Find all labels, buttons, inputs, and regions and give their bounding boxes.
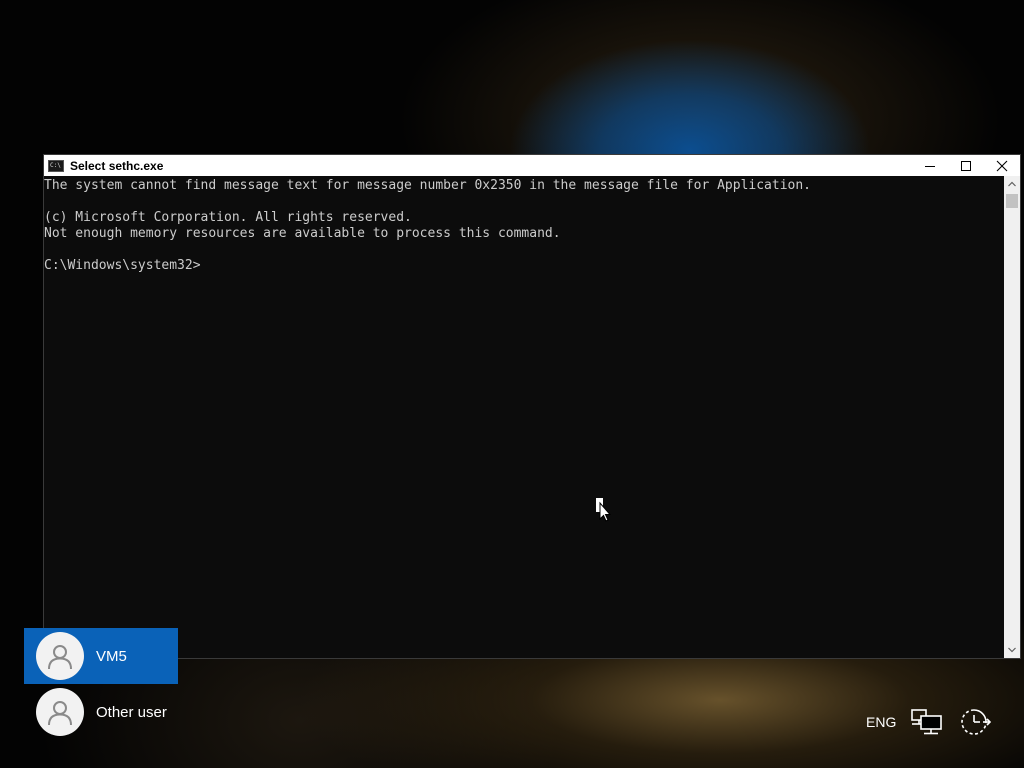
user-name: VM5	[96, 647, 127, 665]
console-output[interactable]: The system cannot find message text for …	[44, 176, 1004, 658]
console-line: Not enough memory resources are availabl…	[44, 226, 561, 241]
network-icon	[911, 709, 942, 735]
window-titlebar[interactable]: C:\ Select sethc.exe	[44, 155, 1020, 176]
console-window[interactable]: C:\ Select sethc.exe The system cannot f…	[44, 155, 1020, 658]
cursor-icon	[596, 498, 612, 522]
minimize-icon	[925, 165, 935, 167]
avatar	[36, 632, 84, 680]
console-line: The system cannot find message text for …	[44, 178, 812, 193]
chevron-up-icon	[1008, 181, 1016, 187]
accessibility-button[interactable]	[958, 706, 992, 738]
maximize-icon	[961, 160, 971, 171]
chevron-down-icon	[1008, 647, 1016, 653]
console-line: (c) Microsoft Corporation. All rights re…	[44, 210, 412, 225]
vertical-scrollbar[interactable]	[1004, 176, 1020, 658]
scroll-up-button[interactable]	[1004, 176, 1020, 192]
user-icon	[48, 645, 72, 670]
language-indicator[interactable]: ENG	[866, 714, 896, 730]
console-app-icon: C:\	[48, 159, 64, 172]
console-prompt[interactable]: C:\Windows\system32>	[44, 258, 1004, 274]
avatar	[36, 688, 84, 736]
scrollbar-thumb[interactable]	[1006, 194, 1018, 208]
window-title: Select sethc.exe	[70, 158, 164, 173]
scroll-down-button[interactable]	[1004, 642, 1020, 658]
lock-screen-desktop: C:\ Select sethc.exe The system cannot f…	[0, 0, 1024, 768]
minimize-button[interactable]	[912, 155, 948, 176]
close-button[interactable]	[984, 155, 1020, 176]
mouse-cursor	[595, 497, 612, 528]
user-tile-vm5[interactable]: VM5	[24, 628, 178, 684]
window-controls	[912, 155, 1020, 176]
user-name: Other user	[96, 703, 167, 721]
network-button[interactable]	[910, 706, 944, 738]
user-tile-other-user[interactable]: Other user	[24, 684, 178, 740]
accessibility-icon	[961, 709, 991, 735]
maximize-button[interactable]	[948, 155, 984, 176]
user-icon	[48, 701, 72, 726]
close-icon	[996, 160, 1008, 171]
